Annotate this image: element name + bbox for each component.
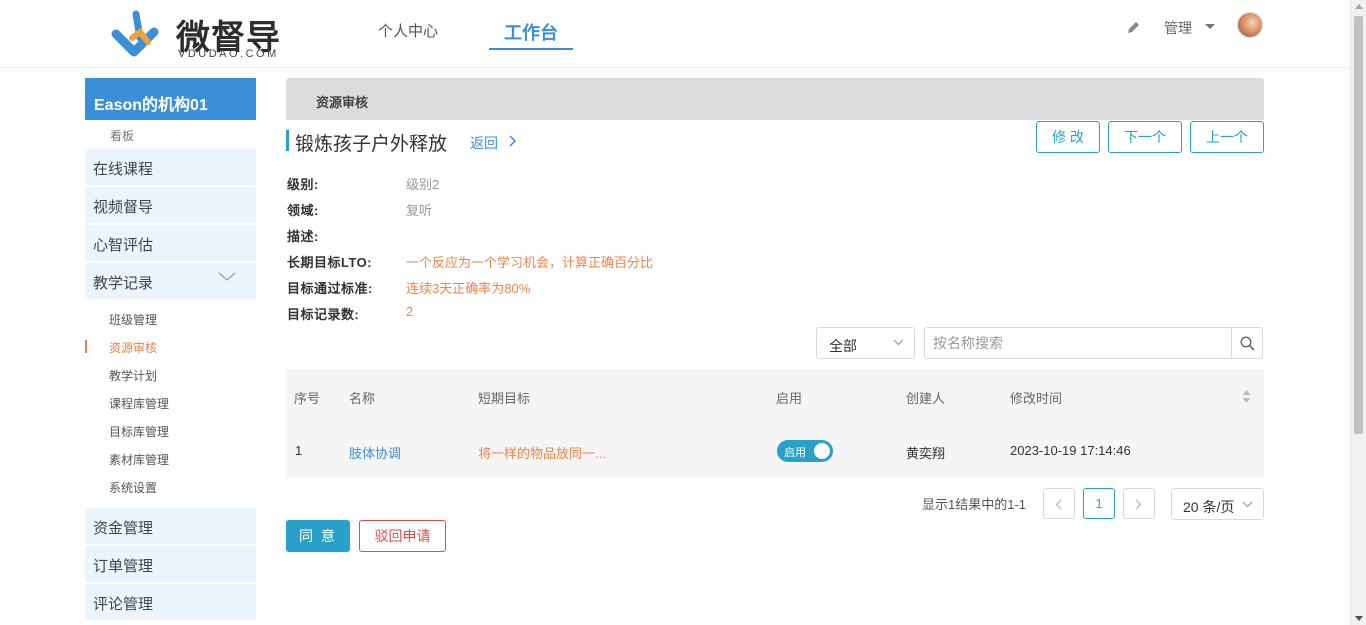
column-header-creator: 创建人 — [906, 391, 946, 406]
field-pass-criteria-label: 目标通过标准: — [287, 281, 373, 296]
sidebar-item-orders[interactable]: 订单管理 — [85, 546, 256, 582]
page-size-select[interactable]: 20 条/页 — [1171, 488, 1264, 520]
top-header: 微督导 VDUDAO.COM 个人中心 工作台 管理 — [0, 0, 1350, 68]
nav-personal-center[interactable]: 个人中心 — [378, 20, 438, 41]
search-icon — [1240, 336, 1255, 351]
field-record-count-value: 2 — [406, 304, 414, 319]
field-lto-value: 一个反应为一个学习机会，计算正确百分比 — [406, 255, 654, 270]
cell-name-link[interactable]: 肢体协调 — [349, 443, 401, 462]
breadcrumb-label: 资源审核 — [316, 95, 369, 110]
page-title: 锻炼孩子户外释放 — [295, 134, 448, 155]
sidebar-sub-goal-library[interactable]: 目标库管理 — [109, 423, 169, 440]
column-header-name: 名称 — [349, 391, 376, 406]
status-filter-select[interactable]: 全部 — [816, 327, 915, 359]
status-filter-value: 全部 — [829, 338, 857, 354]
field-level-label: 级别: — [287, 177, 319, 192]
scroll-thumb[interactable] — [1354, 16, 1363, 434]
cell-index: 1 — [295, 443, 303, 458]
sidebar-item-dashboard[interactable]: 看板 — [110, 127, 134, 144]
cell-sto: 将一样的物品放同一... — [478, 446, 606, 461]
manage-menu[interactable]: 管理 — [1164, 18, 1192, 38]
table-header: 序号 名称 短期目标 启用 创建人 修改时间 — [286, 369, 1264, 423]
logo-icon — [111, 10, 159, 57]
chevron-down-icon — [1242, 501, 1253, 508]
active-marker — [85, 340, 87, 353]
sidebar-sub-system-settings[interactable]: 系统设置 — [109, 479, 157, 496]
field-level-value: 级别2 — [406, 177, 440, 192]
page-size-value: 20 条/页 — [1183, 499, 1235, 515]
logo-subtitle: VDUDAO.COM — [178, 48, 279, 60]
sidebar-sub-material-library[interactable]: 素材库管理 — [109, 451, 169, 468]
avatar[interactable] — [1237, 12, 1263, 38]
prev-page-button[interactable] — [1043, 488, 1075, 519]
field-pass-criteria-value: 连续3天正确率为80% — [406, 281, 531, 296]
sidebar-sub-course-library[interactable]: 课程库管理 — [109, 395, 169, 412]
column-header-enabled: 启用 — [776, 391, 803, 406]
chevron-down-icon[interactable] — [218, 272, 236, 282]
chevron-left-icon — [1055, 499, 1062, 510]
search-input[interactable] — [924, 327, 1232, 359]
sidebar-item-comments[interactable]: 评论管理 — [85, 584, 256, 620]
search-button[interactable] — [1231, 327, 1263, 359]
enabled-toggle[interactable]: 启用 — [777, 440, 833, 462]
field-description-label: 描述: — [287, 229, 319, 244]
org-name[interactable]: Eason的机构01 — [85, 78, 256, 120]
sidebar-item-video-supervision[interactable]: 视频督导 — [85, 187, 256, 223]
field-lto-label: 长期目标LTO: — [287, 255, 373, 270]
title-marker — [286, 130, 289, 151]
sort-icon[interactable] — [1242, 390, 1251, 403]
sidebar-sub-class-management[interactable]: 班级管理 — [109, 311, 157, 328]
nav-active-underline — [489, 48, 573, 50]
next-button[interactable]: 下一个 — [1108, 121, 1182, 153]
scrollbar[interactable] — [1350, 0, 1366, 625]
sidebar-item-finance[interactable]: 资金管理 — [85, 508, 256, 544]
chevron-right-icon — [1135, 499, 1142, 510]
field-domain-label: 领域: — [287, 203, 319, 218]
sidebar-item-mind-assessment[interactable]: 心智评估 — [85, 225, 256, 261]
next-page-button[interactable] — [1123, 488, 1155, 519]
scroll-up-arrow-icon[interactable] — [1355, 4, 1363, 9]
sidebar-sub-resource-review[interactable]: 资源审核 — [109, 339, 157, 356]
breadcrumb: 资源审核 — [286, 78, 1264, 120]
toggle-label: 启用 — [784, 447, 806, 459]
nav-workbench[interactable]: 工作台 — [504, 19, 558, 45]
chevron-right-icon[interactable] — [509, 135, 517, 147]
pencil-icon[interactable] — [1126, 20, 1141, 35]
table-row: 1 肢体协调 将一样的物品放同一... 启用 黄奕翔 2023-10-19 17… — [286, 423, 1264, 478]
cell-modified: 2023-10-19 17:14:46 — [1010, 443, 1131, 458]
sidebar-sub-teaching-plan[interactable]: 教学计划 — [109, 367, 157, 384]
field-record-count-label: 目标记录数: — [287, 307, 360, 322]
agree-button[interactable]: 同 意 — [286, 520, 350, 552]
pagination-info: 显示1结果中的1-1 — [922, 497, 1027, 512]
back-link[interactable]: 返回 — [470, 133, 498, 153]
edit-button[interactable]: 修 改 — [1036, 121, 1100, 153]
column-header-sto: 短期目标 — [478, 391, 531, 406]
column-header-index: 序号 — [294, 391, 321, 406]
scroll-down-arrow-icon[interactable] — [1355, 616, 1363, 621]
cell-creator: 黄奕翔 — [906, 446, 946, 461]
toggle-knob — [814, 443, 830, 459]
chevron-down-icon — [893, 339, 904, 346]
reject-button[interactable]: 驳回申请 — [359, 520, 446, 552]
current-page[interactable]: 1 — [1083, 488, 1115, 519]
prev-button[interactable]: 上一个 — [1190, 121, 1264, 153]
column-header-modified: 修改时间 — [1010, 391, 1063, 406]
sidebar-item-online-courses[interactable]: 在线课程 — [85, 149, 256, 185]
caret-down-icon[interactable] — [1205, 24, 1215, 29]
field-domain-value: 复听 — [406, 203, 433, 218]
